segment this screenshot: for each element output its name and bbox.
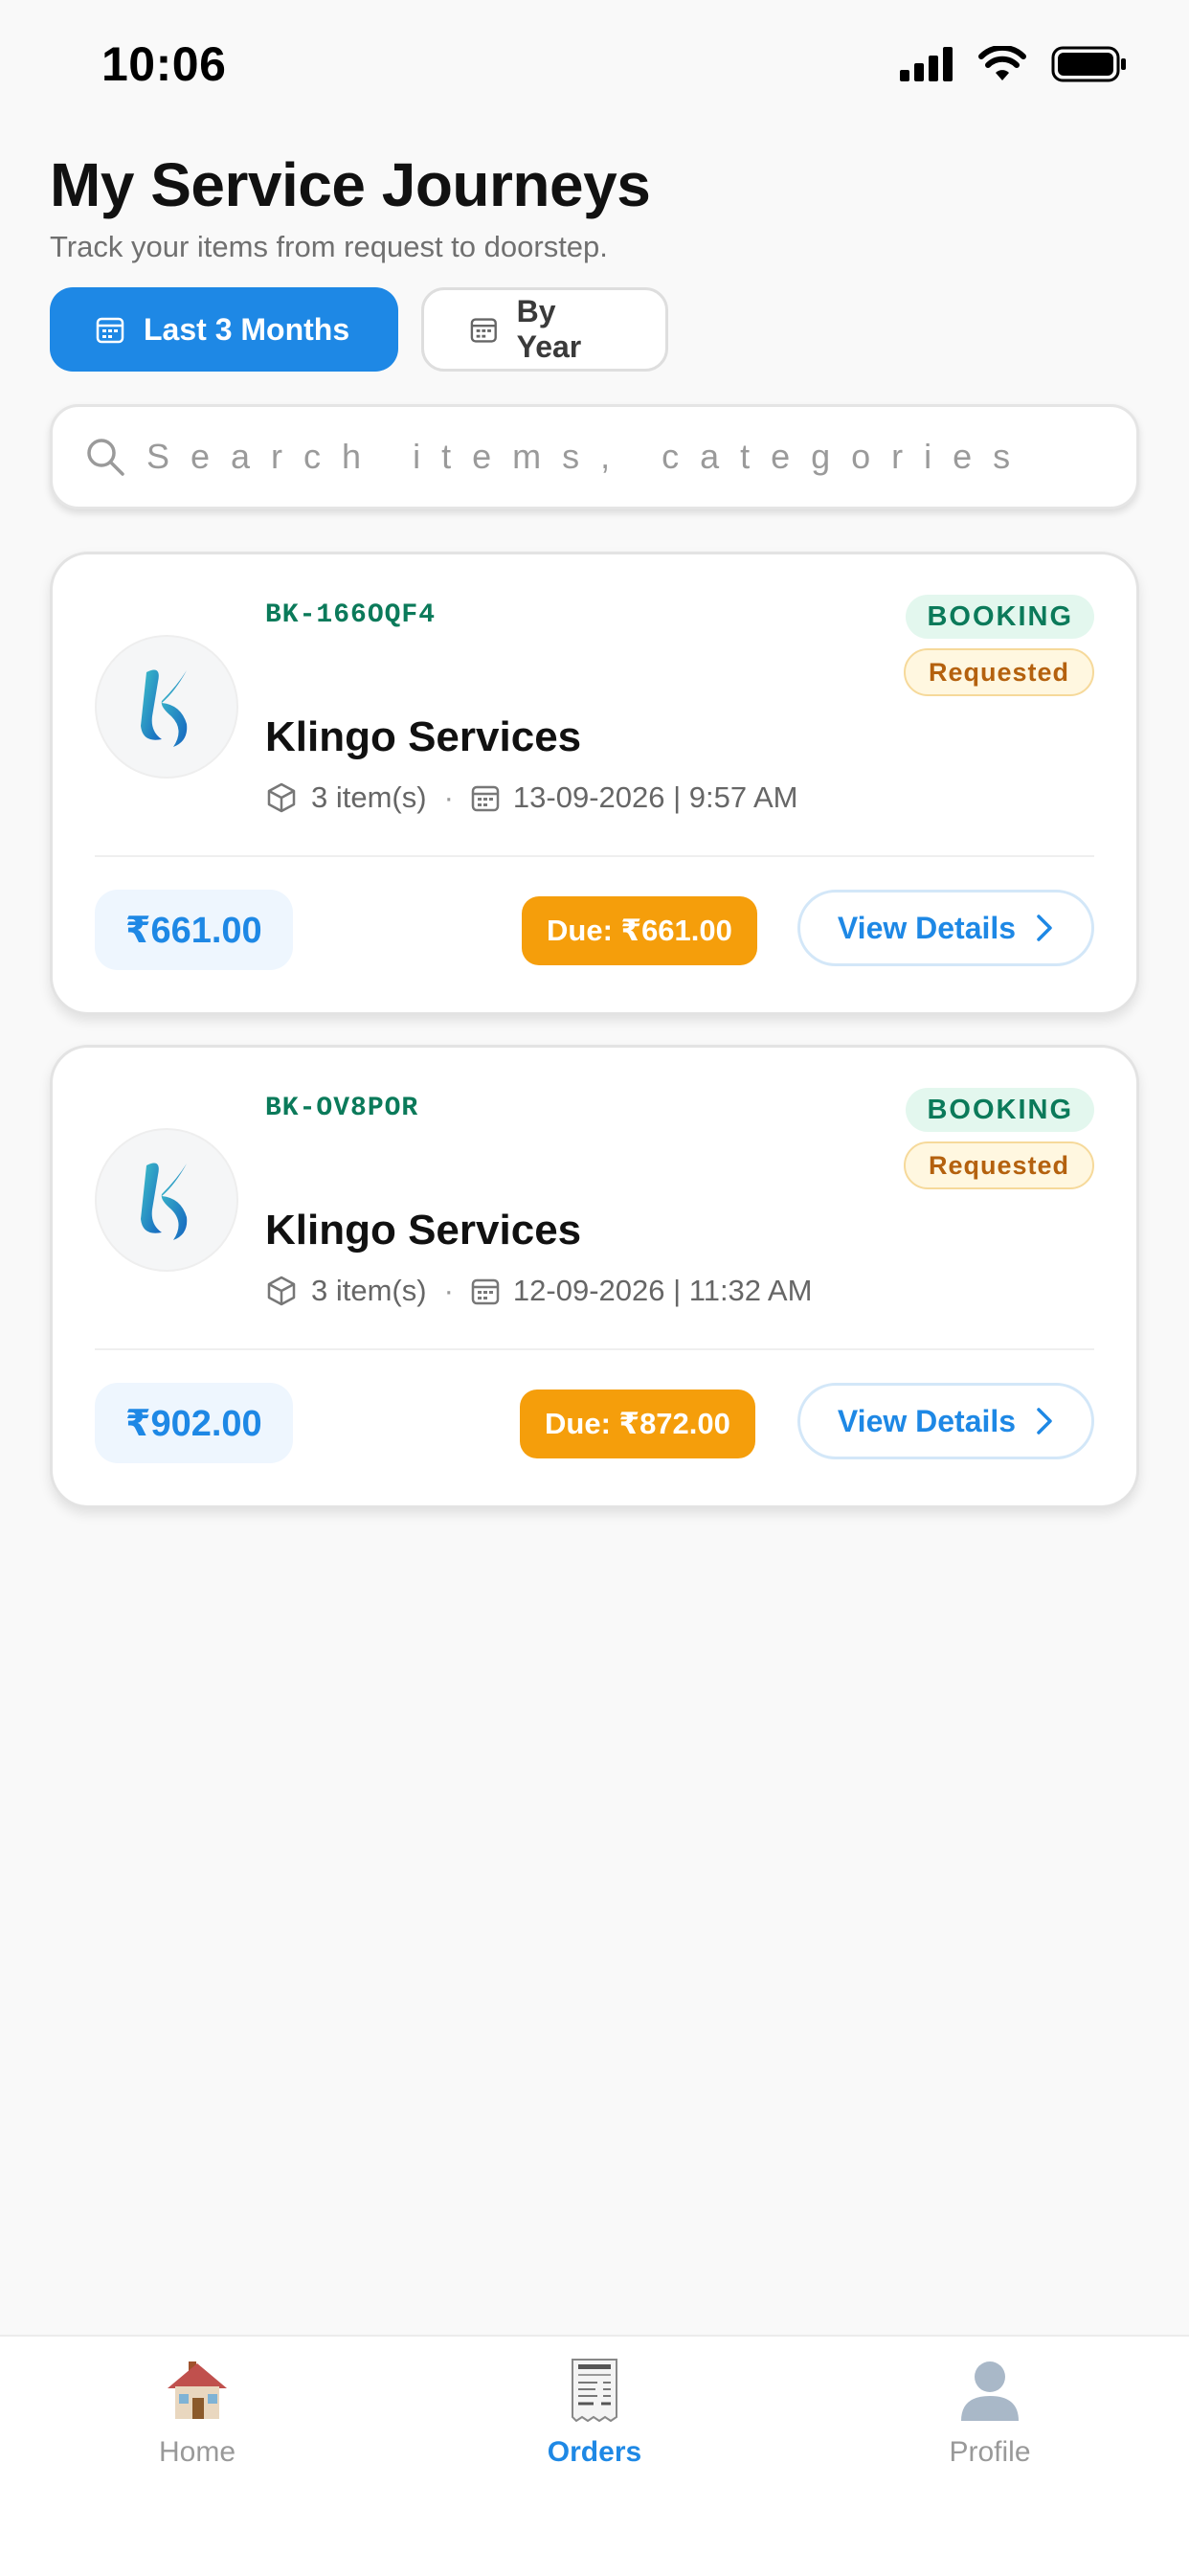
- filter-by-year-button[interactable]: By Year: [421, 287, 668, 372]
- package-icon: [267, 782, 296, 813]
- meta-separator: ·: [443, 780, 454, 814]
- item-count: 3 item(s): [311, 780, 427, 814]
- item-count: 3 item(s): [311, 1274, 427, 1307]
- house-icon: [168, 2361, 227, 2419]
- filter-tabs: Last 3 Months By Year: [50, 287, 668, 372]
- provider-logo: [95, 635, 238, 779]
- provider-logo: [95, 1128, 238, 1272]
- calendar-icon: [96, 317, 124, 344]
- chevron-right-icon: [1037, 1408, 1052, 1435]
- order-datetime: 12-09-2026 | 11:32 AM: [512, 1274, 813, 1307]
- booking-type-badge: BOOKING: [906, 595, 1094, 639]
- nav-label-home: Home: [158, 2436, 236, 2468]
- order-card[interactable]: BK-166OQF4 BOOKING Requested Klingo Serv…: [50, 552, 1139, 1015]
- filter-last-3-months-button[interactable]: Last 3 Months: [50, 287, 398, 372]
- status-icons: [900, 46, 1128, 82]
- receipt-icon: [572, 2359, 617, 2423]
- search-icon: [87, 439, 124, 476]
- search-input[interactable]: [145, 436, 1115, 478]
- search-bar[interactable]: [50, 404, 1139, 509]
- order-amount: ₹661.00: [95, 890, 293, 970]
- nav-item-orders[interactable]: Orders: [480, 2358, 709, 2469]
- klingo-logo-icon: [141, 669, 188, 747]
- calendar-icon: [471, 1278, 500, 1305]
- nav-item-home[interactable]: Home: [82, 2358, 312, 2469]
- status-time: 10:06: [101, 37, 227, 91]
- battery-icon: [1051, 46, 1126, 82]
- view-details-button[interactable]: View Details: [797, 890, 1094, 966]
- order-card[interactable]: BK-OV8POR BOOKING Requested Klingo Servi…: [50, 1045, 1139, 1508]
- meta-separator: ·: [443, 1274, 454, 1307]
- calendar-icon: [471, 785, 500, 812]
- view-details-button[interactable]: View Details: [797, 1383, 1094, 1459]
- calendar-icon: [470, 318, 497, 343]
- booking-type-badge: BOOKING: [906, 1088, 1094, 1132]
- status-bar: 10:06: [0, 0, 1189, 134]
- wifi-icon: [978, 46, 1026, 80]
- nav-label-orders: Orders: [547, 2436, 642, 2468]
- card-divider: [95, 1348, 1094, 1350]
- cellular-signal-icon: [900, 47, 953, 81]
- order-meta: 3 item(s) · 12-09-2026 | 11:32 AM: [265, 1274, 812, 1308]
- status-badge: Requested: [903, 1141, 1094, 1189]
- nav-item-profile[interactable]: Profile: [875, 2358, 1105, 2469]
- order-amount: ₹902.00: [95, 1383, 293, 1463]
- person-icon: [961, 2361, 1019, 2421]
- service-name: Klingo Services: [265, 713, 582, 760]
- page-subtitle: Track your items from request to doorste…: [50, 230, 608, 263]
- due-badge: Due: ₹872.00: [520, 1390, 755, 1458]
- view-details-label: View Details: [837, 910, 1017, 945]
- due-badge: Due: ₹661.00: [522, 896, 757, 965]
- view-details-label: View Details: [837, 1403, 1017, 1438]
- klingo-logo-icon: [141, 1163, 188, 1240]
- page-title: My Service Journeys: [50, 150, 651, 219]
- status-badge: Requested: [903, 648, 1094, 696]
- card-divider: [95, 855, 1094, 857]
- filter-by-year-label: By Year: [516, 294, 582, 364]
- package-icon: [267, 1276, 296, 1306]
- filter-last-3-months-label: Last 3 Months: [144, 311, 350, 347]
- order-meta: 3 item(s) · 13-09-2026 | 9:57 AM: [265, 780, 798, 815]
- order-datetime: 13-09-2026 | 9:57 AM: [512, 780, 798, 814]
- bottom-nav: Home Orders Profile: [0, 2335, 1189, 2576]
- booking-id: BK-166OQF4: [265, 600, 437, 630]
- service-name: Klingo Services: [265, 1207, 582, 1254]
- booking-id: BK-OV8POR: [265, 1094, 419, 1123]
- chevron-right-icon: [1037, 915, 1052, 941]
- nav-label-profile: Profile: [949, 2436, 1031, 2468]
